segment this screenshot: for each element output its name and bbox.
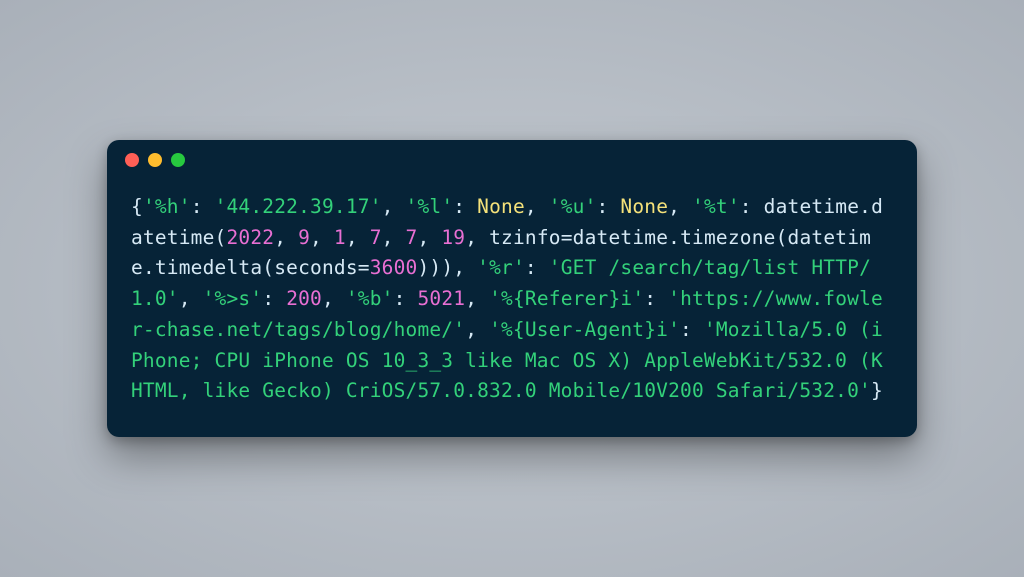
code-token: '%b' [346, 287, 394, 310]
code-token: '%{Referer}i' [489, 287, 644, 310]
code-token: , [382, 226, 406, 249]
code-token: , [465, 318, 489, 341]
code-token: 7 [406, 226, 418, 249]
code-token: , [346, 226, 370, 249]
code-token: '%r' [477, 256, 525, 279]
code-token: : [740, 195, 764, 218]
code-token: : [262, 287, 286, 310]
code-token: : [644, 287, 668, 310]
code-token: None [477, 195, 525, 218]
code-token: , [465, 226, 489, 249]
code-token: None [620, 195, 668, 218]
code-token: 5021 [418, 287, 466, 310]
code-token: , [417, 226, 441, 249]
code-token: . [859, 195, 871, 218]
code-token: seconds [274, 256, 358, 279]
code-token: : [525, 256, 549, 279]
code-token: = [358, 256, 370, 279]
code-token: datetime [573, 226, 668, 249]
code-token: : [597, 195, 621, 218]
close-icon[interactable] [125, 153, 139, 167]
code-token: datetime [764, 195, 859, 218]
code-token: '%{User-Agent}i' [489, 318, 680, 341]
code-token: ( [215, 226, 227, 249]
code-token: } [871, 379, 883, 402]
code-token: tzinfo [489, 226, 561, 249]
code-token: : [191, 195, 215, 218]
code-token: ( [262, 256, 274, 279]
code-token: : [453, 195, 477, 218]
code-token: timezone [680, 226, 775, 249]
code-token: 200 [286, 287, 322, 310]
code-token: 19 [441, 226, 465, 249]
code-token: '%u' [549, 195, 597, 218]
code-token: '%l' [406, 195, 454, 218]
code-token: '44.222.39.17' [215, 195, 382, 218]
code-token: , [310, 226, 334, 249]
code-window: {'%h': '44.222.39.17', '%l': None, '%u':… [107, 140, 917, 438]
code-token: . [668, 226, 680, 249]
code-token: '%t' [692, 195, 740, 218]
code-token: '%h' [143, 195, 191, 218]
window-titlebar [107, 140, 917, 180]
code-token: 3600 [370, 256, 418, 279]
code-token: , [179, 287, 203, 310]
code-token: : [394, 287, 418, 310]
minimize-icon[interactable] [148, 153, 162, 167]
code-token: ( [776, 226, 788, 249]
code-token: , [274, 226, 298, 249]
code-token: , [525, 195, 549, 218]
code-token: , [382, 195, 406, 218]
code-token: . [143, 256, 155, 279]
code-token: , [453, 256, 477, 279]
code-token: , [322, 287, 346, 310]
code-token: 2022 [226, 226, 274, 249]
code-token: 7 [370, 226, 382, 249]
code-token: , [668, 195, 692, 218]
code-token: timedelta [155, 256, 262, 279]
code-token: { [131, 195, 143, 218]
code-token: , [465, 287, 489, 310]
code-token: 9 [298, 226, 310, 249]
canvas: {'%h': '44.222.39.17', '%l': None, '%u':… [0, 0, 1024, 577]
code-token: 1 [334, 226, 346, 249]
code-block: {'%h': '44.222.39.17', '%l': None, '%u':… [107, 180, 917, 438]
code-token: = [561, 226, 573, 249]
code-token: : [680, 318, 704, 341]
zoom-icon[interactable] [171, 153, 185, 167]
code-token: ))) [417, 256, 453, 279]
code-token: '%>s' [203, 287, 263, 310]
